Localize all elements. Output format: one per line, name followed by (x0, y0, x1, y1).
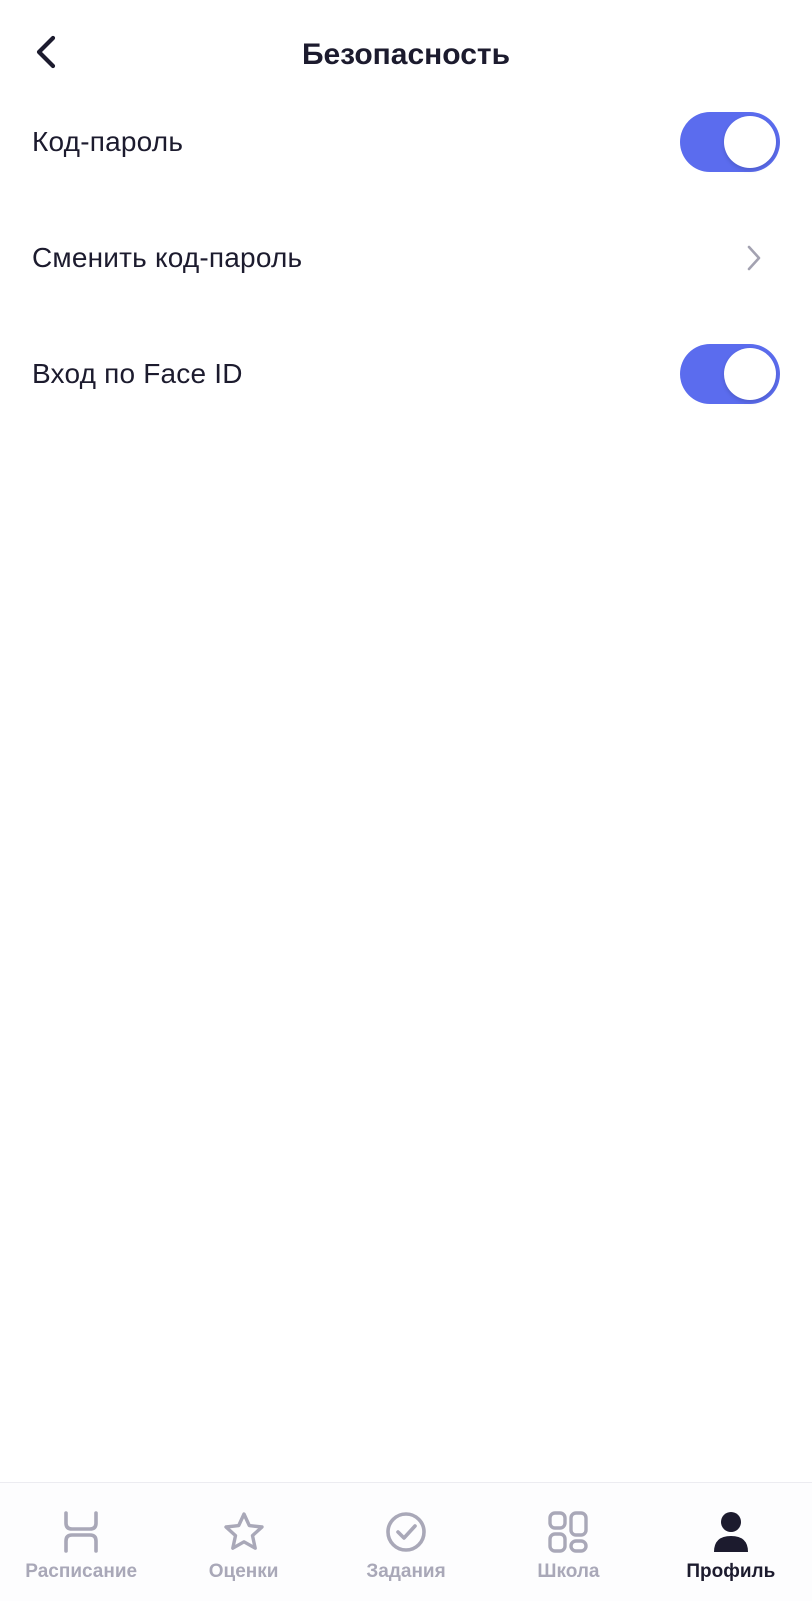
tab-grades[interactable]: Оценки (162, 1483, 324, 1601)
change-passcode-row[interactable]: Сменить код-пароль (0, 200, 812, 316)
tab-bar: Расписание Оценки Задания Школа Профиль (0, 1482, 812, 1601)
tab-label: Расписание (25, 1561, 138, 1582)
face-id-label: Вход по Face ID (32, 358, 243, 389)
chevron-right-icon (736, 240, 772, 276)
tab-label: Оценки (208, 1561, 279, 1582)
tab-label: Профиль (686, 1561, 776, 1582)
passcode-label: Код-пароль (32, 126, 184, 157)
check-circle-icon (383, 1509, 429, 1555)
grid-icon (545, 1509, 591, 1555)
user-icon (708, 1509, 754, 1555)
tab-schedule[interactable]: Расписание (0, 1483, 162, 1601)
face-id-row: Вход по Face ID (0, 316, 812, 432)
tab-profile[interactable]: Профиль (650, 1483, 812, 1601)
page-title: Безопасность (301, 38, 511, 71)
passcode-row: Код-пароль (0, 84, 812, 200)
tab-label: Школа (537, 1561, 600, 1582)
toggle-knob (724, 348, 776, 400)
toggle-knob (724, 116, 776, 168)
star-icon (221, 1509, 267, 1555)
tab-label: Задания (366, 1561, 446, 1582)
schedule-icon (58, 1509, 104, 1555)
tab-school[interactable]: Школа (487, 1483, 649, 1601)
change-passcode-label: Сменить код-пароль (32, 242, 303, 273)
face-id-toggle[interactable] (680, 344, 780, 404)
passcode-toggle[interactable] (680, 112, 780, 172)
tab-assignments[interactable]: Задания (325, 1483, 487, 1601)
